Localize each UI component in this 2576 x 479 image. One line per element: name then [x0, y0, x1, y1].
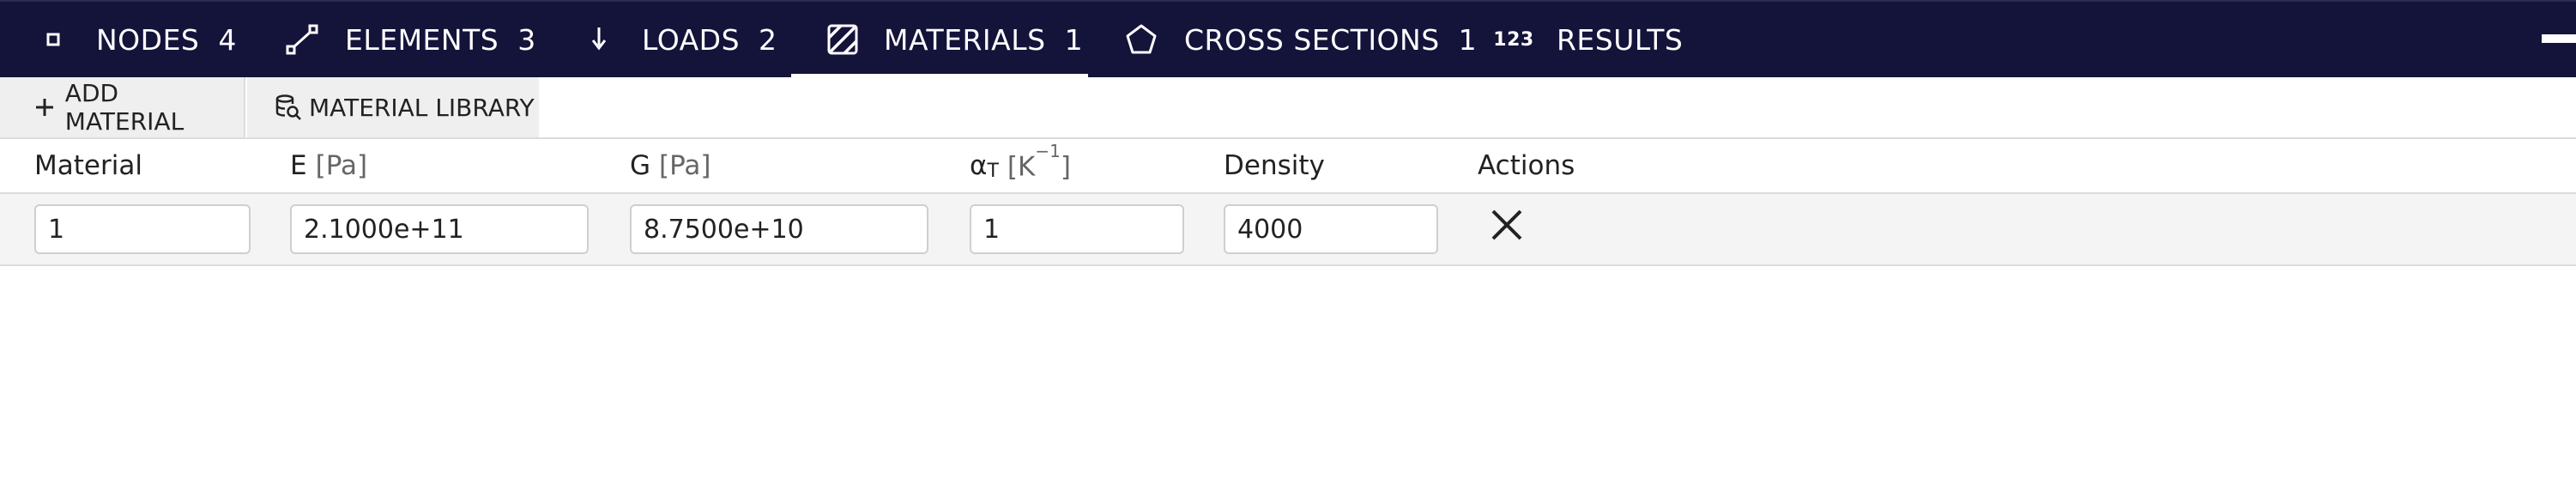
tab-results[interactable]: 123 RESULTS	[1493, 2, 1684, 77]
tab-label: ELEMENTS	[345, 22, 499, 57]
tab-nodes[interactable]: NODES 4	[34, 2, 237, 77]
unit-close: ]	[1060, 151, 1071, 183]
header-label: α	[970, 150, 988, 181]
header-unit: [K−1]	[1007, 141, 1071, 183]
e-modulus-input[interactable]	[290, 204, 589, 254]
numbers-123-icon: 123	[1493, 28, 1534, 51]
header-label: Density	[1224, 150, 1325, 181]
tab-label: MATERIALS	[884, 22, 1046, 57]
column-header-material: Material	[34, 139, 142, 192]
add-material-button[interactable]: ADD MATERIAL	[0, 77, 245, 137]
header-label: Actions	[1478, 150, 1575, 181]
header-unit: [Pa]	[315, 150, 368, 181]
material-library-label: MATERIAL LIBRARY	[309, 93, 535, 122]
header-unit: [Pa]	[659, 150, 711, 181]
plus-icon	[31, 94, 58, 121]
column-header-alpha-t: αT [K−1]	[970, 139, 1071, 192]
unit-open: [K	[1007, 151, 1036, 183]
thermal-expansion-input[interactable]	[970, 204, 1184, 254]
material-id-input[interactable]	[34, 204, 251, 254]
tab-count: 1	[1064, 22, 1084, 57]
table-header: Material E [Pa] G [Pa] αT [K−1] Density …	[0, 139, 2576, 194]
header-label: G	[630, 150, 651, 181]
tab-label: CROSS SECTIONS	[1184, 22, 1440, 57]
tab-materials[interactable]: MATERIALS 1	[791, 2, 1088, 79]
element-line-icon	[283, 21, 321, 58]
column-header-e: E [Pa]	[290, 139, 367, 192]
column-header-density: Density	[1224, 139, 1325, 192]
tab-label: RESULTS	[1557, 22, 1684, 57]
tab-count: 1	[1458, 22, 1478, 57]
tab-count: 4	[218, 22, 237, 57]
g-modulus-input[interactable]	[630, 204, 928, 254]
tab-elements[interactable]: ELEMENTS 3	[283, 2, 536, 77]
database-search-icon	[275, 94, 302, 121]
add-material-label: ADD MATERIAL	[64, 79, 184, 136]
column-header-g: G [Pa]	[630, 139, 711, 192]
toolbar: ADD MATERIAL MATERIAL LIBRARY	[0, 77, 2576, 139]
load-arrow-down-icon	[580, 21, 618, 58]
minimize-panel-button[interactable]	[2542, 34, 2576, 43]
material-library-button[interactable]: MATERIAL LIBRARY	[247, 77, 539, 137]
density-input[interactable]	[1224, 204, 1438, 254]
tab-count: 2	[759, 22, 777, 57]
unit-sup: −1	[1035, 140, 1061, 161]
close-icon	[1491, 209, 1522, 240]
node-square-icon	[34, 21, 72, 58]
header-label: E	[290, 150, 307, 181]
table-row	[0, 194, 2576, 266]
column-header-actions: Actions	[1478, 139, 1575, 192]
header-subscript: T	[987, 160, 999, 182]
tab-cross-sections[interactable]: CROSS SECTIONS 1	[1122, 2, 1477, 77]
material-hatch-icon	[825, 21, 860, 58]
tab-count: 3	[517, 22, 536, 57]
tab-bar: NODES 4 ELEMENTS 3 LOADS 2 MATERIALS 1 C…	[0, 0, 2576, 79]
header-label: Material	[34, 150, 142, 181]
pentagon-icon	[1122, 21, 1160, 58]
delete-material-button[interactable]	[1490, 208, 1524, 242]
tab-label: NODES	[96, 22, 200, 57]
tab-label: LOADS	[642, 22, 741, 57]
tab-loads[interactable]: LOADS 2	[580, 2, 777, 77]
